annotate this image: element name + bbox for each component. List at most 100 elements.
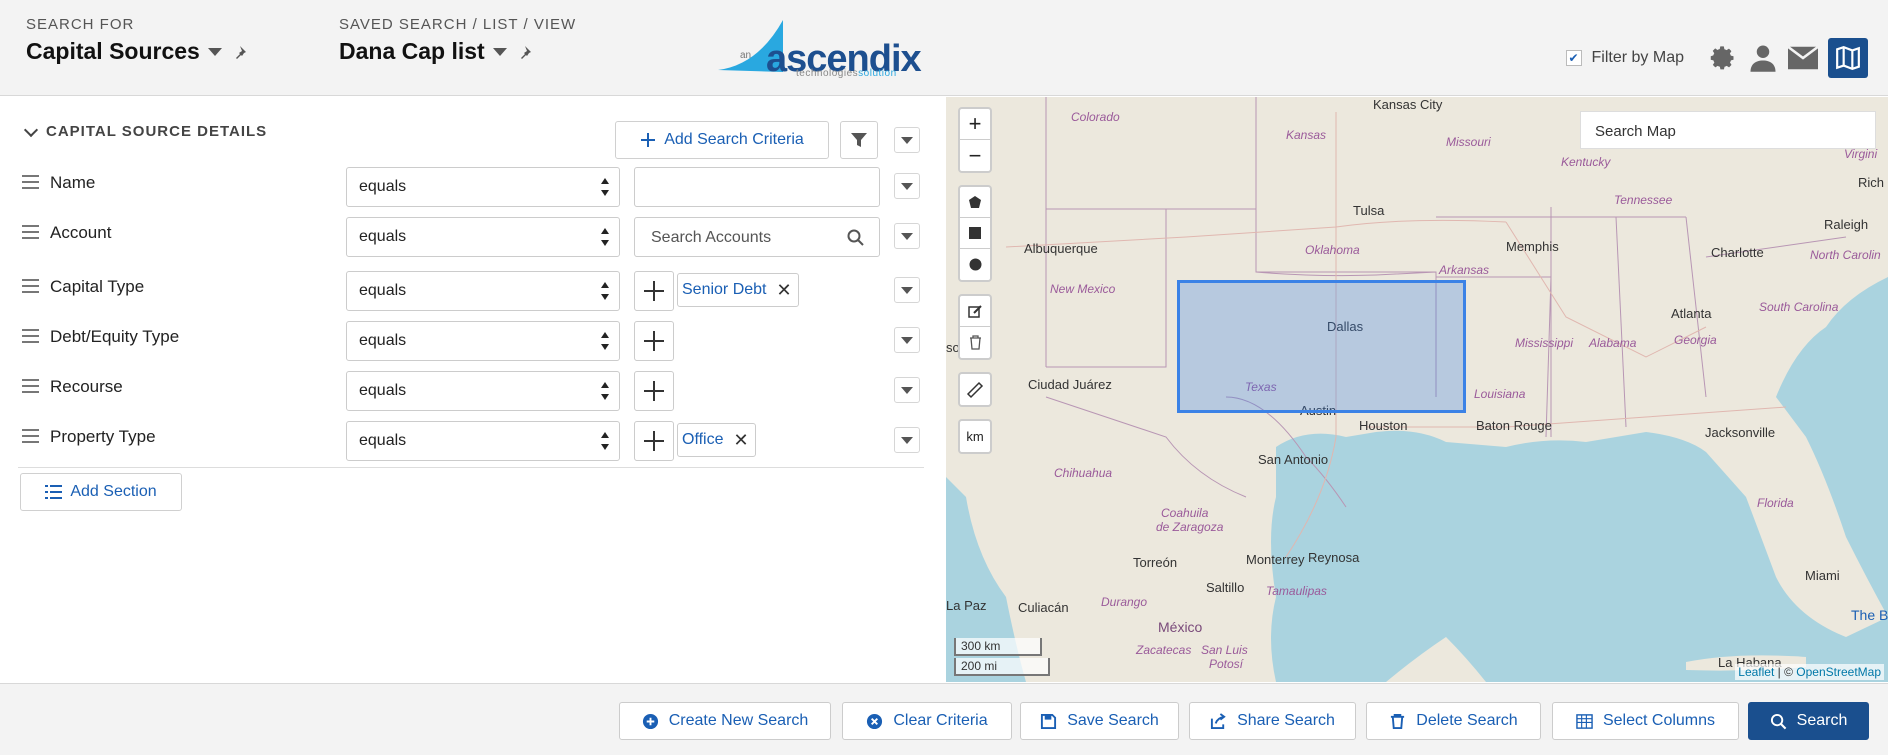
name-input[interactable] — [634, 167, 880, 207]
criteria-row-account: Account equals Search Accounts — [0, 213, 945, 257]
section-menu-button[interactable] — [894, 127, 920, 153]
ruler-icon[interactable] — [960, 374, 990, 405]
chevron-down-icon[interactable] — [492, 47, 507, 56]
row-menu-button[interactable] — [894, 223, 920, 249]
mail-icon[interactable] — [1788, 43, 1818, 73]
measure-control — [958, 372, 992, 407]
logo-prefix: an — [740, 50, 752, 61]
search-for-value: Capital Sources — [26, 38, 200, 64]
map-scale: 300 km 200 mi — [954, 636, 1050, 676]
search-accounts-input[interactable]: Search Accounts — [634, 217, 880, 257]
pin-icon[interactable] — [519, 44, 535, 60]
filter-by-map-checkbox[interactable]: ✔ — [1565, 50, 1582, 66]
filter-button[interactable] — [840, 121, 878, 159]
osm-link[interactable]: OpenStreetMap — [1796, 665, 1881, 679]
logo-sub-a: technologies — [796, 68, 859, 79]
leaflet-link[interactable]: Leaflet — [1738, 665, 1774, 679]
clear-criteria-button[interactable]: Clear Criteria — [842, 702, 1012, 740]
chevron-down-icon[interactable] — [207, 47, 222, 56]
trash-icon[interactable] — [960, 327, 990, 358]
row-menu-button[interactable] — [894, 277, 920, 303]
section-divider — [18, 467, 924, 468]
chevron-down-icon[interactable] — [23, 122, 39, 137]
zoom-out-button[interactable]: − — [960, 140, 990, 171]
operator-select[interactable]: equals — [346, 217, 620, 257]
map-view[interactable]: Kansas City Colorado Kansas Missouri Ken… — [946, 97, 1888, 682]
search-for-dropdown[interactable]: Capital Sources — [26, 38, 250, 65]
edit-icon[interactable] — [960, 296, 990, 327]
add-value-button[interactable] — [634, 421, 674, 461]
search-accounts-placeholder: Search Accounts — [651, 229, 772, 246]
row-menu-button[interactable] — [894, 173, 920, 199]
clear-criteria-label: Clear Criteria — [893, 712, 988, 729]
plus-icon — [644, 281, 664, 301]
search-button[interactable]: Search — [1748, 702, 1869, 740]
map-search-input[interactable]: Search Map — [1580, 111, 1876, 149]
map-label: San Luis — [1201, 643, 1248, 657]
row-menu-button[interactable] — [894, 327, 920, 353]
drag-handle-icon[interactable] — [22, 329, 39, 347]
operator-select[interactable]: equals — [346, 271, 620, 311]
row-menu-button[interactable] — [894, 427, 920, 453]
square-icon[interactable] — [960, 218, 990, 249]
row-menu-button[interactable] — [894, 377, 920, 403]
operator-select[interactable]: equals — [346, 371, 620, 411]
operator-select[interactable]: equals — [346, 321, 620, 361]
plus-icon — [644, 381, 664, 401]
close-icon[interactable]: ✕ — [734, 430, 749, 451]
list-icon — [45, 484, 63, 499]
add-value-button[interactable] — [634, 371, 674, 411]
map-label: Missouri — [1446, 135, 1491, 149]
criteria-panel: CAPITAL SOURCE DETAILS Add Search Criter… — [0, 97, 945, 682]
logo-sub-b: solution — [858, 68, 897, 79]
map-selection-rectangle[interactable] — [1177, 280, 1466, 413]
add-value-button[interactable] — [634, 271, 674, 311]
add-search-criteria-button[interactable]: Add Search Criteria — [615, 121, 829, 159]
add-value-button[interactable] — [634, 321, 674, 361]
trash-icon — [1391, 713, 1405, 729]
map-toggle-icon[interactable] — [1828, 38, 1868, 78]
select-columns-button[interactable]: Select Columns — [1552, 702, 1739, 740]
scale-km: 300 km — [954, 638, 1042, 656]
drag-handle-icon[interactable] — [22, 225, 39, 243]
saved-search-dropdown[interactable]: Dana Cap list — [339, 38, 576, 65]
add-search-criteria-label: Add Search Criteria — [664, 131, 804, 148]
map-label: Tulsa — [1353, 203, 1385, 218]
zoom-in-button[interactable]: + — [960, 109, 990, 140]
save-search-button[interactable]: Save Search — [1020, 702, 1179, 740]
pin-icon[interactable] — [234, 44, 250, 60]
map-label: Coahuila — [1161, 506, 1209, 520]
map-label: Alabama — [1589, 336, 1637, 350]
delete-search-button[interactable]: Delete Search — [1366, 702, 1541, 740]
operator-select[interactable]: equals — [346, 421, 620, 461]
columns-icon — [1576, 713, 1593, 729]
operator-select[interactable]: equals — [346, 167, 620, 207]
close-icon[interactable]: ✕ — [777, 280, 792, 301]
criteria-row-property-type: Property Type equals Office ✕ — [0, 417, 945, 461]
circle-icon[interactable] — [960, 249, 990, 280]
map-label: Miami — [1805, 568, 1840, 583]
section-toggle[interactable]: CAPITAL SOURCE DETAILS — [23, 122, 267, 140]
drag-handle-icon[interactable] — [22, 279, 39, 297]
map-label: Kansas City — [1373, 97, 1443, 112]
user-icon[interactable] — [1748, 43, 1778, 73]
polygon-icon[interactable] — [960, 187, 990, 218]
unit-toggle-button[interactable]: km — [960, 421, 990, 452]
plus-icon — [644, 331, 664, 351]
action-footer: Create New Search Clear Criteria Save Se… — [0, 683, 1888, 755]
drag-handle-icon[interactable] — [22, 379, 39, 397]
saved-search-value: Dana Cap list — [339, 38, 485, 64]
unit-control: km — [958, 419, 992, 454]
share-search-button[interactable]: Share Search — [1189, 702, 1356, 740]
map-label: Zacatecas — [1136, 643, 1192, 657]
create-new-search-button[interactable]: Create New Search — [619, 702, 831, 740]
gear-icon[interactable] — [1708, 43, 1738, 73]
add-section-button[interactable]: Add Section — [20, 473, 182, 511]
tag-label: Office — [682, 431, 724, 448]
plus-icon — [641, 133, 656, 147]
scale-mi: 200 mi — [954, 658, 1050, 676]
map-label: Baton Rouge — [1476, 418, 1552, 433]
map-label: Colorado — [1071, 110, 1120, 124]
drag-handle-icon[interactable] — [22, 175, 39, 193]
drag-handle-icon[interactable] — [22, 429, 39, 447]
